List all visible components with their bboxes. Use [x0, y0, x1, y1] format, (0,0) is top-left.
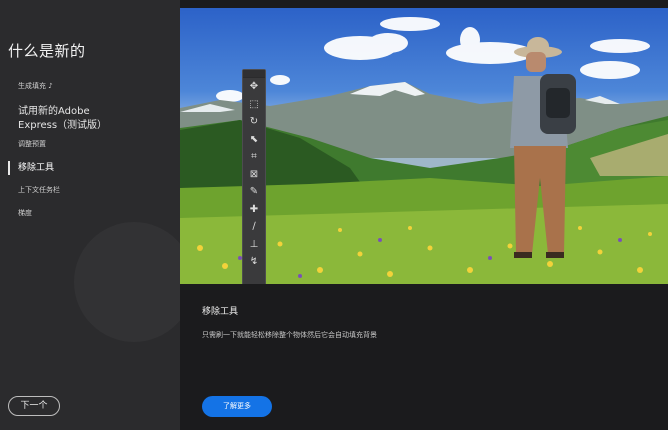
tools-panel: ✥ ⬚ ↻ ⬉ ⌗ ⊠ ✎ ✚ ∕ ⊥ ↯ — [242, 69, 266, 284]
move-tool-icon[interactable]: ✥ — [243, 78, 265, 96]
marquee-tool-icon[interactable]: ⬚ — [243, 96, 265, 114]
next-button[interactable]: 下一个 — [8, 396, 60, 416]
sidebar-title: 什么是新的 — [8, 42, 86, 60]
nav-item-adobe-express[interactable]: 试用新的Adobe Express（测试版） — [0, 105, 180, 132]
object-select-tool-icon[interactable]: ⬉ — [243, 131, 265, 149]
brush-tool-icon[interactable]: ∕ — [243, 218, 265, 236]
main-panel: ✥ ⬚ ↻ ⬉ ⌗ ⊠ ✎ ✚ ∕ ⊥ ↯ 移除工具 只需刷一下就能轻松移除整个… — [180, 0, 668, 430]
history-brush-icon[interactable]: ↯ — [243, 253, 265, 271]
feature-nav: 生成填充 ♪ 试用新的Adobe Express（测试版） 调整预置 移除工具 … — [0, 76, 180, 219]
nav-item-generative-fill[interactable]: 生成填充 ♪ — [0, 82, 180, 91]
feature-description: 只需刷一下就能轻松移除整个物体然后它会自动填充背景 — [202, 331, 377, 339]
lasso-tool-icon[interactable]: ↻ — [243, 113, 265, 131]
nav-item-adjustment-presets[interactable]: 调整预置 — [0, 140, 180, 149]
watermark-logo — [74, 222, 194, 342]
feature-preview-image: ✥ ⬚ ↻ ⬉ ⌗ ⊠ ✎ ✚ ∕ ⊥ ↯ — [180, 8, 668, 284]
panel-grip-handle[interactable] — [243, 70, 265, 78]
stamp-tool-icon[interactable]: ⊥ — [243, 236, 265, 254]
feature-title: 移除工具 — [202, 307, 239, 317]
sidebar: 什么是新的 生成填充 ♪ 试用新的Adobe Express（测试版） 调整预置… — [0, 0, 180, 430]
nav-item-contextual-taskbar[interactable]: 上下文任务栏 — [0, 186, 180, 195]
learn-more-button[interactable]: 了解更多 — [202, 396, 272, 417]
eyedropper-tool-icon[interactable]: ✎ — [243, 183, 265, 201]
nav-item-remove-tool[interactable]: 移除工具 — [0, 160, 180, 176]
frame-tool-icon[interactable]: ⊠ — [243, 166, 265, 184]
nav-item-gradient[interactable]: 梯度 — [0, 209, 180, 218]
healing-brush-icon[interactable]: ✚ — [243, 201, 265, 219]
crop-tool-icon[interactable]: ⌗ — [243, 148, 265, 166]
